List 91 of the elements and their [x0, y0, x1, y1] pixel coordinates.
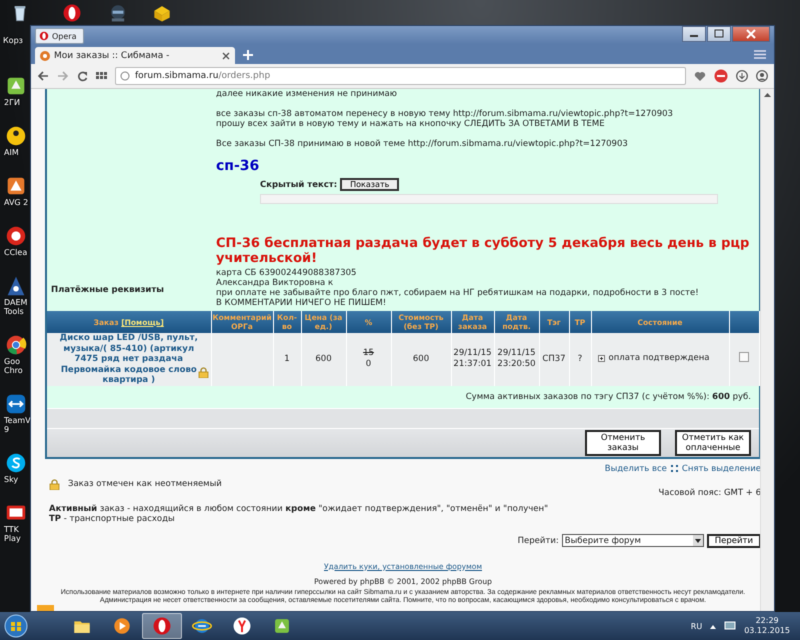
notification-tile-icon [37, 605, 54, 611]
play-button-icon[interactable] [112, 616, 132, 636]
language-indicator[interactable]: RU [690, 622, 702, 630]
site-logo-icon [40, 50, 50, 60]
post-heading: сп-36 [216, 158, 260, 174]
back-icon[interactable] [37, 71, 49, 81]
row-checkbox[interactable] [739, 352, 749, 362]
hidden-text-label: Скрытый текст: [260, 180, 338, 190]
menu-icon[interactable] [754, 50, 766, 59]
reload-icon[interactable] [77, 70, 88, 82]
desktop-icon-label: 2ГИ [4, 98, 21, 107]
jump-label: Перейти: [518, 536, 559, 546]
e-browser-icon[interactable] [192, 616, 212, 636]
payment-label: Платёжные реквизиты [51, 284, 164, 294]
desktop-icon-label: Sky [4, 475, 20, 484]
account-icon[interactable] [756, 70, 768, 82]
minimize-button[interactable] [682, 26, 706, 42]
table-cell: 600 [391, 333, 451, 386]
arrows-app-icon[interactable] [4, 392, 28, 416]
plus-box-icon[interactable] [598, 354, 604, 362]
forum-select[interactable]: Выберите форум [562, 534, 704, 547]
start-orb-icon[interactable] [4, 614, 28, 638]
table-cell: СП37 [539, 333, 569, 386]
close-icon[interactable] [222, 52, 230, 60]
post-text: прошу всех зайти в новую тему и нажать на кнопочку СЛЕДИТЬ ЗА ОТВЕТАМИ В ТЕМЕ [216, 119, 606, 130]
desktop-icon-label: TTK Play [4, 525, 22, 543]
opera-menu-button[interactable]: Opera [35, 28, 84, 44]
post-text: все заказы сп-38 автоматом перенесу в новую тему http://forum.sibmama.ru/viewtopic.php?t=1270903 [216, 108, 674, 119]
table-cell: 600 [301, 333, 346, 386]
payment-text: В КОММЕНТАРИИ НИЧЕГО НЕ ПИШЕМ! [216, 298, 388, 308]
post-text: Все заказы СП-38 принимаю в новой теме http://forum.sibmama.ru/viewtopic.php?t=1270903 [216, 138, 629, 149]
desktop-icon-label: DAEM Tools [4, 298, 28, 316]
taskbar-app[interactable] [142, 613, 182, 639]
go-button[interactable]: Перейти [706, 534, 761, 548]
y-letter-icon[interactable] [232, 616, 252, 636]
new-tab-icon[interactable] [243, 50, 253, 60]
scrollbar-drawing[interactable] [760, 89, 774, 611]
heart-icon[interactable] [694, 70, 706, 82]
order-title-link[interactable]: Диско шар LED /USB, пульт, музыка/( 85-410) (артикул 7475 ряд нет раздача Первомайка кодовое слово квартира ) [47, 333, 210, 386]
monitor-icon[interactable] [724, 621, 736, 631]
clock-time[interactable]: 22:29 [744, 616, 790, 626]
definition-text: ТР - транспортные расходы [49, 514, 176, 524]
s-letter-icon[interactable] [4, 451, 28, 475]
status-text: оплата подтверждена [608, 352, 710, 364]
show-button[interactable]: Показать [340, 178, 400, 191]
definition-text: Активный заказ - находящийся в любом состоянии кроме "ожидает подтверждения", "отменён" и "получен" [49, 504, 550, 514]
legend-text: Заказ отмечен как неотменяемый [68, 479, 222, 489]
browser-ball-icon[interactable] [4, 333, 28, 357]
order-action-button[interactable]: Отменить заказы [585, 430, 661, 456]
table-cell: 29/11/15 23:20:50 [494, 333, 539, 386]
stop-sign-icon[interactable] [714, 69, 728, 83]
box-icon[interactable] [152, 3, 172, 23]
address-field[interactable]: forum.sibmama.ru/orders.php [115, 67, 686, 85]
announcement-text: СП-36 бесплатная раздача будет в субботу 5 декабря весь день в рцр учительской! [216, 236, 750, 266]
opera-o-icon[interactable] [62, 3, 82, 23]
map-app-icon[interactable] [272, 616, 292, 636]
payment-text: карта СБ 639002449088387305 [216, 268, 358, 278]
maximize-button[interactable] [707, 26, 731, 42]
payment-text: Александра Викторовна к [216, 278, 334, 288]
download-icon[interactable] [736, 70, 748, 82]
table-cell: 29/11/15 21:37:01 [451, 333, 494, 386]
globe-icon [120, 71, 130, 81]
dots-icon [670, 465, 678, 472]
old-percent: 15 [363, 348, 374, 358]
cleaner-app-icon[interactable] [4, 224, 28, 248]
sum-text: Сумма активных заказов по тэгу СП37 (с учётом %%): 600 руб. [466, 392, 751, 402]
table-cell: 0 [366, 359, 372, 370]
opera-o-icon [39, 31, 49, 41]
up-arrow-icon[interactable] [710, 624, 716, 628]
desktop-icon-label: AIM [4, 148, 20, 157]
table-cell: ? [569, 333, 591, 386]
table-cell: 1 [273, 333, 301, 386]
aim-app-icon[interactable] [4, 124, 28, 148]
desktop-icon-label: CClea [4, 248, 28, 257]
payment-text: при оплате не забывайте про благо пжт, собираем на НГ ребятишкам на подарки, подробности в 3 посте! [216, 288, 700, 298]
padlock-icon [49, 478, 60, 490]
helmet-icon[interactable] [108, 3, 128, 23]
post-text: далее никакие изменения не принимаю [216, 89, 398, 100]
desktop-icon-label: Корз [3, 36, 23, 45]
desktop-icon-label: AVG 2 [4, 198, 30, 207]
menu-label: Opera [52, 32, 76, 40]
speed-dial-icon[interactable] [96, 70, 107, 82]
clock-date[interactable]: 03.12.2015 [744, 626, 790, 636]
deselect-link[interactable]: Снять выделение [682, 464, 761, 474]
url-text: forum.sibmama.ru/orders.php [135, 71, 270, 81]
order-action-button[interactable]: Отметить как оплаченные [675, 430, 751, 456]
select-all-link[interactable]: Выделить все [604, 464, 667, 474]
close-button[interactable] [732, 26, 770, 42]
desktop-icon-label: TeamV 9 [4, 416, 30, 434]
browser-tab[interactable]: Мои заказы :: Сибмама - [35, 47, 235, 64]
desktop-icon-label: Goo Chro [4, 357, 24, 375]
